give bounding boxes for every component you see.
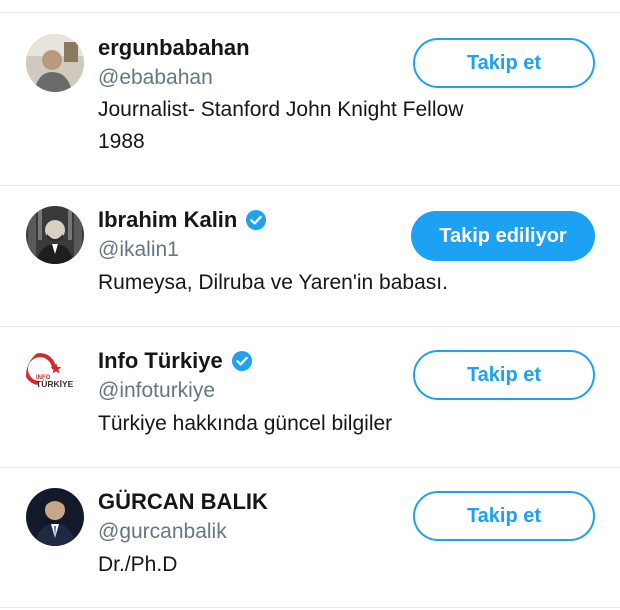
follow-button[interactable]: Takip et	[413, 491, 595, 541]
svg-text:TÜRKİYE: TÜRKİYE	[36, 379, 74, 389]
display-name-text[interactable]: GÜRCAN BALIK	[98, 489, 268, 515]
avatar[interactable]: INFO TÜRKİYE	[26, 347, 84, 405]
bio-line: Türkiye hakkında güncel bilgiler	[98, 412, 393, 435]
follow-button[interactable]: Takip et	[413, 350, 595, 400]
user-bio: Rumeysa, Dilruba ve Yaren'in babası.	[98, 267, 568, 299]
display-name[interactable]: Info Türkiye	[98, 348, 253, 374]
user-row[interactable]: ergunbabahan @ebabahan Journalist- Stanf…	[0, 13, 620, 185]
bio-line: 1988	[98, 130, 145, 153]
verified-badge-icon	[245, 209, 267, 231]
user-handle[interactable]: @ikalin1	[98, 237, 179, 263]
display-name-text[interactable]: ergunbabahan	[98, 35, 250, 61]
bio-line: Journalist- Stanford John Knight Fellow	[98, 98, 464, 121]
user-bio: Journalist- Stanford John Knight Fellow …	[98, 94, 568, 158]
display-name[interactable]: ergunbabahan	[98, 35, 250, 61]
bio-line: Dr./Ph.D	[98, 553, 178, 576]
user-handle[interactable]: @gurcanbalik	[98, 519, 227, 545]
verified-badge-icon	[231, 350, 253, 372]
avatar[interactable]	[26, 206, 84, 264]
user-row[interactable]: INFO TÜRKİYE Info Türkiye @infoturkiye T…	[0, 327, 620, 467]
user-row[interactable]: Ibrahim Kalin @ikalin1 Rumeysa, Dilruba …	[0, 186, 620, 326]
avatar[interactable]	[26, 488, 84, 546]
user-row[interactable]: GÜRCAN BALIK @gurcanbalik Dr./Ph.D Takip…	[0, 468, 620, 608]
user-bio: Türkiye hakkında güncel bilgiler	[98, 408, 568, 440]
divider	[0, 607, 620, 608]
bio-line: Rumeysa, Dilruba ve Yaren'in babası.	[98, 271, 448, 294]
display-name-text[interactable]: Info Türkiye	[98, 348, 223, 374]
display-name-text[interactable]: Ibrahim Kalin	[98, 207, 237, 233]
user-handle[interactable]: @infoturkiye	[98, 378, 215, 404]
following-button[interactable]: Takip ediliyor	[411, 211, 595, 261]
display-name[interactable]: Ibrahim Kalin	[98, 207, 267, 233]
user-bio: Dr./Ph.D	[98, 549, 568, 581]
follow-button[interactable]: Takip et	[413, 38, 595, 88]
user-handle[interactable]: @ebabahan	[98, 65, 213, 91]
avatar[interactable]	[26, 34, 84, 92]
user-list: ergunbabahan @ebabahan Journalist- Stanf…	[0, 0, 620, 610]
display-name[interactable]: GÜRCAN BALIK	[98, 489, 268, 515]
